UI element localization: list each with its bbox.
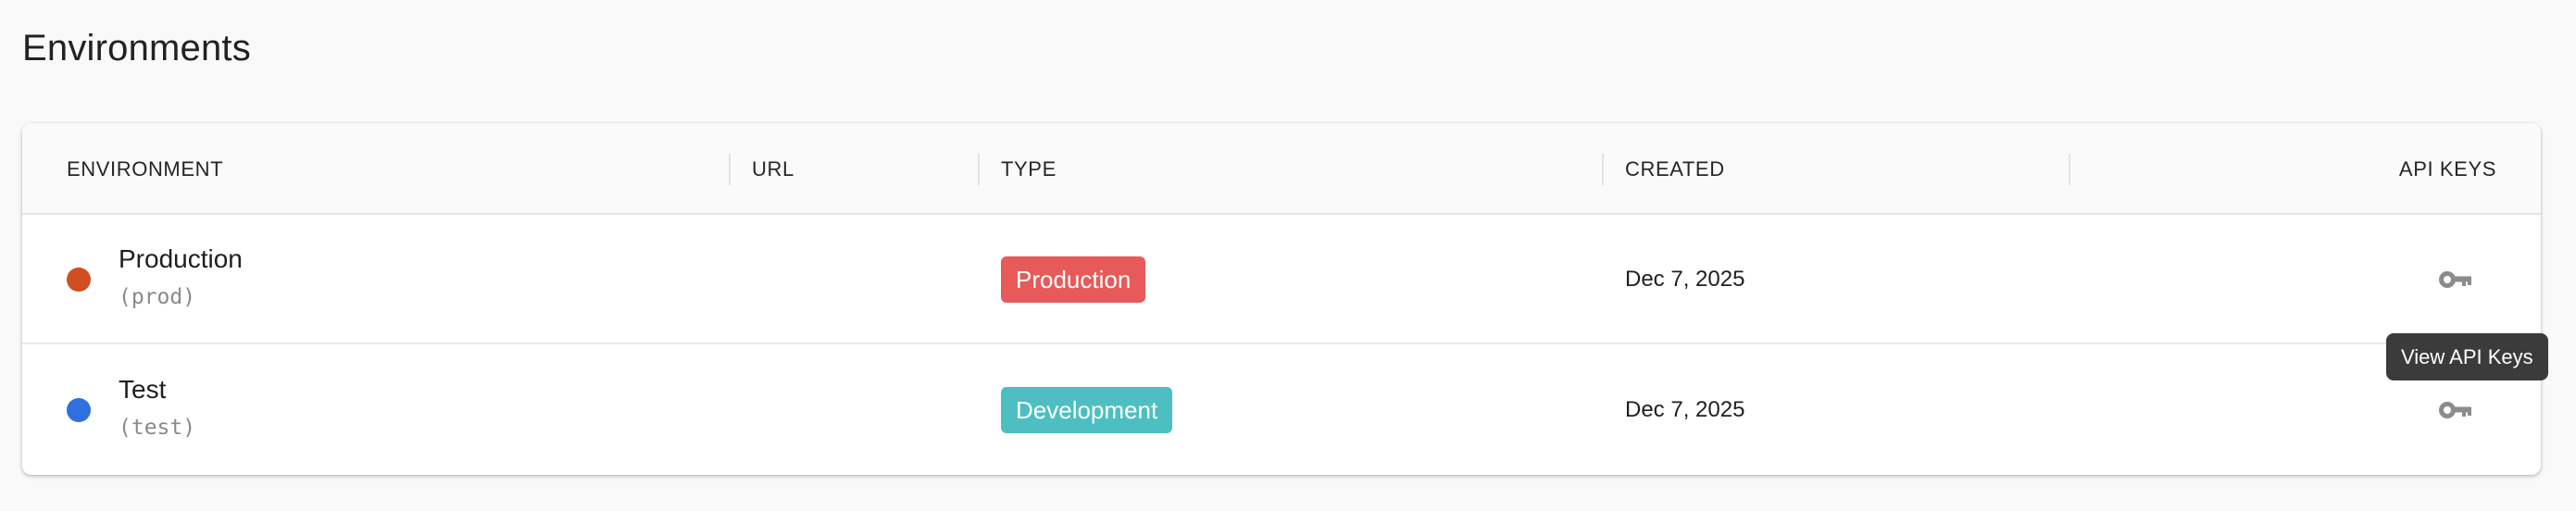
type-badge: Development: [1001, 387, 1173, 433]
view-api-keys-button[interactable]: [2433, 257, 2478, 302]
type-badge: Production: [1001, 256, 1146, 303]
page-title: Environments: [22, 28, 251, 69]
column-divider[interactable]: [1602, 154, 1604, 185]
environment-key: (test): [119, 416, 196, 440]
created-date: Dec 7, 2025: [1625, 397, 1745, 422]
view-api-keys-tooltip: View API Keys: [2386, 333, 2548, 380]
environment-name: Production: [119, 244, 243, 273]
column-header-url[interactable]: URL: [752, 123, 794, 215]
table-row[interactable]: Production (prod) Production Dec 7, 2025: [22, 215, 2541, 344]
column-divider[interactable]: [729, 154, 731, 185]
column-header-api-keys[interactable]: API KEYS: [2399, 123, 2496, 215]
status-dot: [67, 268, 91, 292]
column-divider[interactable]: [978, 154, 980, 185]
key-icon: [2439, 402, 2471, 418]
key-icon: [2439, 271, 2471, 288]
column-header-type[interactable]: TYPE: [1001, 123, 1057, 215]
status-dot: [67, 398, 91, 422]
environment-name: Test: [119, 375, 167, 404]
environments-table: ENVIRONMENT URL TYPE CREATED API KEYS Pr…: [22, 123, 2541, 475]
environment-key: (prod): [119, 285, 196, 309]
column-header-created[interactable]: CREATED: [1625, 123, 1725, 215]
created-date: Dec 7, 2025: [1625, 267, 1745, 292]
table-row[interactable]: Test (test) Development Dec 7, 2025: [22, 345, 2541, 475]
view-api-keys-button[interactable]: [2433, 388, 2478, 432]
column-header-environment[interactable]: ENVIRONMENT: [67, 123, 223, 215]
table-header: ENVIRONMENT URL TYPE CREATED API KEYS: [22, 123, 2541, 215]
column-divider[interactable]: [2069, 154, 2070, 185]
